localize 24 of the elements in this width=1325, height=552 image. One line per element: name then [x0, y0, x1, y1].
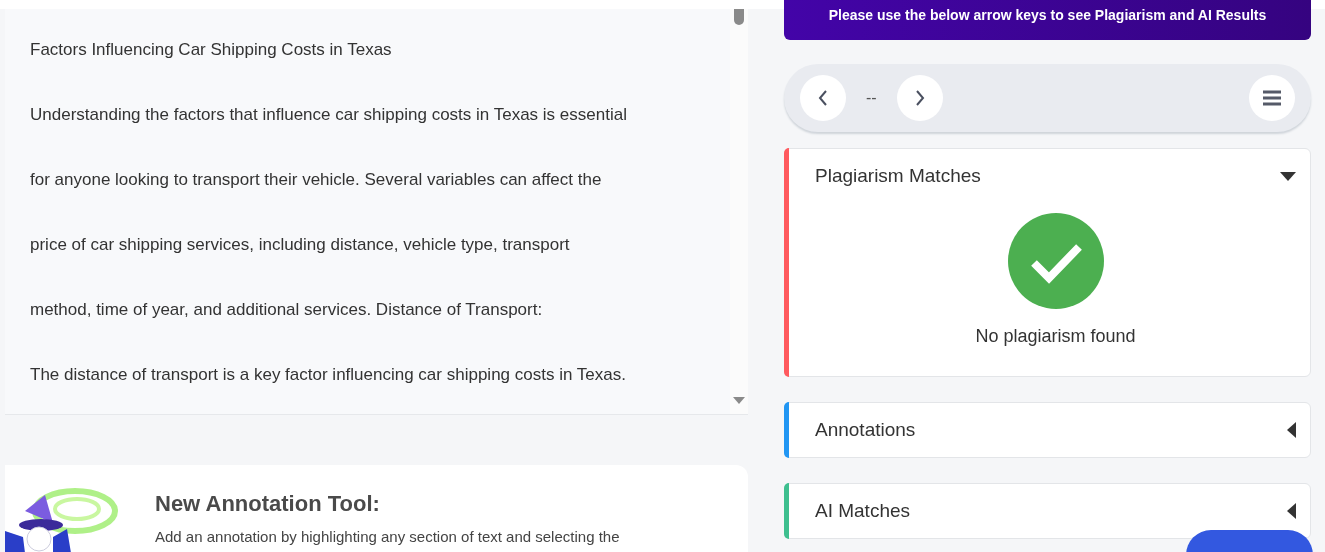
- scrollbar-thumb[interactable]: [734, 9, 744, 25]
- info-banner: Please use the below arrow keys to see Plagiarism and AI Results: [784, 0, 1311, 40]
- document-text-line: Understanding the factors that influence car shipping costs in Texas is essential: [30, 104, 628, 126]
- document-text-line: price of car shipping services, including distance, vehicle type, transport: [30, 234, 571, 256]
- caret-left-icon[interactable]: [1287, 503, 1296, 519]
- document-text-line: The distance of transport is a key factor influencing car shipping costs in Texas.: [30, 364, 627, 386]
- chevron-left-icon: [818, 90, 828, 106]
- document-text-line: Factors Influencing Car Shipping Costs in Texas: [30, 39, 393, 61]
- section-title[interactable]: AI Matches: [815, 496, 911, 526]
- caret-left-icon[interactable]: [1287, 422, 1296, 438]
- section-title[interactable]: Annotations: [815, 415, 916, 445]
- section-title[interactable]: Plagiarism Matches: [815, 161, 981, 191]
- tip-text: Add an annotation by highlighting any section of text and selecting the: [155, 528, 620, 546]
- result-message: No plagiarism found: [975, 325, 1136, 348]
- menu-button[interactable]: [1249, 75, 1295, 121]
- menu-icon: [1262, 90, 1282, 106]
- caret-down-icon[interactable]: [1280, 171, 1296, 181]
- tip-title: New Annotation Tool:: [155, 490, 381, 518]
- document-text-line: method, time of year, and additional services. Distance of Transport:: [30, 299, 544, 321]
- checkmark-icon: [1007, 213, 1104, 309]
- chevron-right-icon: [914, 90, 925, 106]
- match-counter: --: [866, 88, 877, 108]
- document-text-line: for anyone looking to transport their vehicle. Several variables can affect the: [30, 169, 603, 191]
- scroll-down-icon[interactable]: [733, 397, 745, 404]
